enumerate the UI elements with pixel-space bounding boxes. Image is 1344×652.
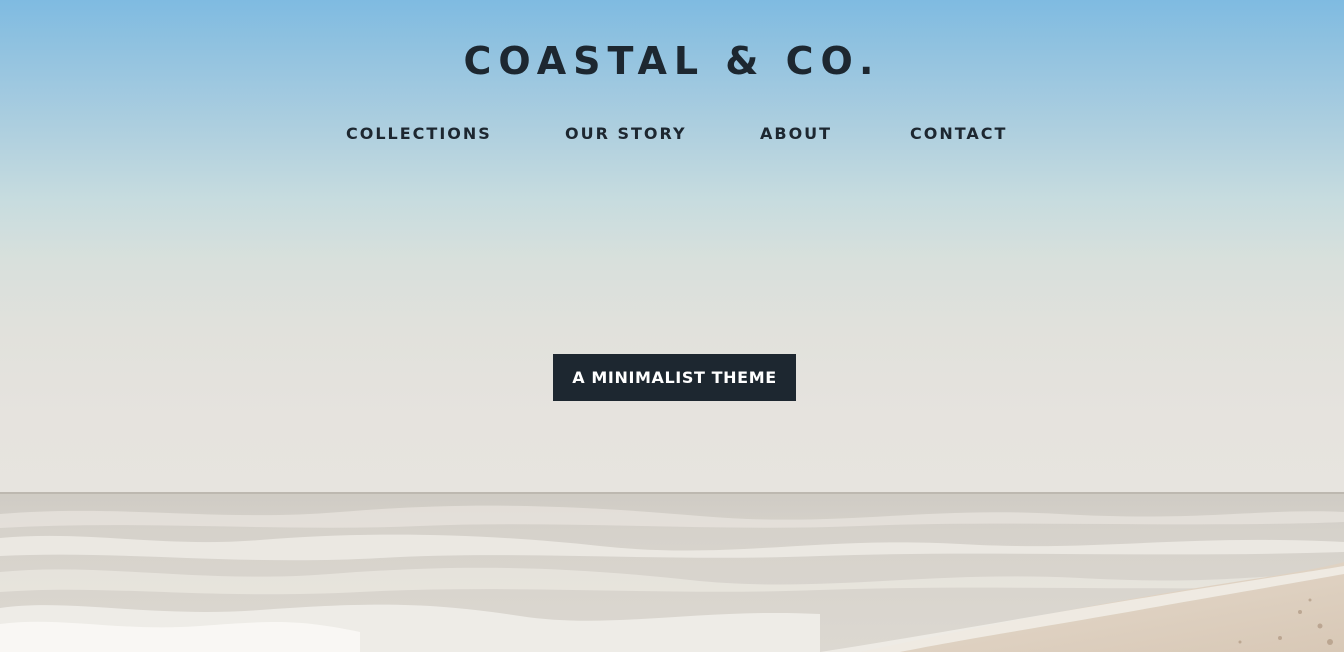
- nav-item-collections[interactable]: COLLECTIONS: [346, 122, 492, 146]
- brand-logo[interactable]: COASTAL & CO.: [0, 36, 1344, 86]
- nav-item-contact[interactable]: CONTACT: [910, 122, 1007, 146]
- theme-cta-button[interactable]: A MINIMALIST THEME: [553, 354, 796, 401]
- hero-section: COASTAL & CO. COLLECTIONS OUR STORY ABOU…: [0, 0, 1344, 652]
- nav-item-our-story[interactable]: OUR STORY: [565, 122, 687, 146]
- beach-shoreline-photo: [0, 492, 1344, 652]
- main-navigation: COLLECTIONS OUR STORY ABOUT CONTACT: [0, 122, 1344, 148]
- nav-item-about[interactable]: ABOUT: [760, 122, 832, 146]
